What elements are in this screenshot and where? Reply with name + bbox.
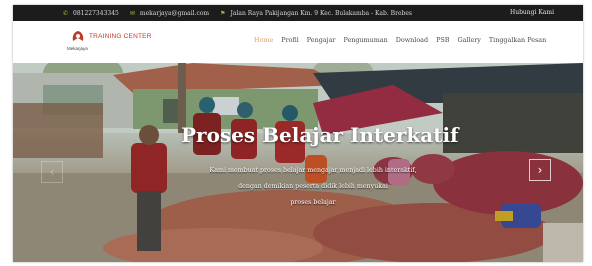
chevron-left-icon: ‹ xyxy=(49,165,55,179)
hero-title: Proses Belajar Interkatif xyxy=(181,123,459,147)
address-item: ⚑ Jalan Raya Pakijangan Km. 9 Kec. Bulak… xyxy=(220,10,412,17)
chevron-right-icon: › xyxy=(537,163,543,177)
nav-download[interactable]: Download xyxy=(396,36,428,44)
address-text: Jalan Raya Pakijangan Km. 9 Kec. Bulakam… xyxy=(230,9,412,17)
email-text[interactable]: mekarjaya@gmail.com xyxy=(140,10,209,17)
contact-link[interactable]: Hubungi Kami xyxy=(510,9,554,16)
hero-line-1: Kami membuat proses belajar mengajar men… xyxy=(209,167,417,174)
hero-line-3: proses belajar xyxy=(290,199,336,206)
hero-line-2: dengan demikian peserta didik lebih meny… xyxy=(238,183,388,190)
slider-prev-button[interactable]: ‹ xyxy=(41,161,63,183)
main-nav: Home Profil Pengajar Pengumuman Download… xyxy=(254,36,554,44)
nav-pengajar[interactable]: Pengajar xyxy=(307,36,336,44)
logo-name: TRAINING CENTER xyxy=(89,33,152,40)
browser-page: ✆ 081227343345 ✉ mekarjaya@gmail.com ⚑ J… xyxy=(13,5,583,262)
nav-profil[interactable]: Profil xyxy=(281,36,299,44)
nav-psb[interactable]: PSB xyxy=(436,36,449,44)
hero-slider: Proses Belajar Interkatif Kami membuat p… xyxy=(13,63,583,262)
nav-tinggalkan-pesan[interactable]: Tinggalkan Pesan xyxy=(489,36,546,44)
contact-bar: ✆ 081227343345 ✉ mekarjaya@gmail.com ⚑ J… xyxy=(13,5,583,21)
mail-icon: ✉ xyxy=(129,9,135,17)
phone-icon: ✆ xyxy=(63,9,69,17)
phone-item: ✆ 081227343345 xyxy=(63,10,119,17)
hero-description: Kami membuat proses belajar mengajar men… xyxy=(193,163,433,211)
nav-gallery[interactable]: Gallery xyxy=(457,36,480,44)
nav-home[interactable]: Home xyxy=(254,36,273,44)
site-logo[interactable]: TRAINING CENTER Mekarjaya xyxy=(65,29,151,57)
phone-text: 081227343345 xyxy=(73,9,119,17)
email-item[interactable]: ✉ mekarjaya@gmail.com xyxy=(130,10,209,17)
nav-pengumuman[interactable]: Pengumuman xyxy=(343,36,387,44)
logo-subtitle: Mekarjaya xyxy=(67,46,88,51)
slider-next-button[interactable]: › xyxy=(529,159,551,181)
logo-mark-icon xyxy=(72,31,84,41)
site-header: TRAINING CENTER Mekarjaya Home Profil Pe… xyxy=(13,21,583,63)
location-icon: ⚑ xyxy=(220,9,226,17)
